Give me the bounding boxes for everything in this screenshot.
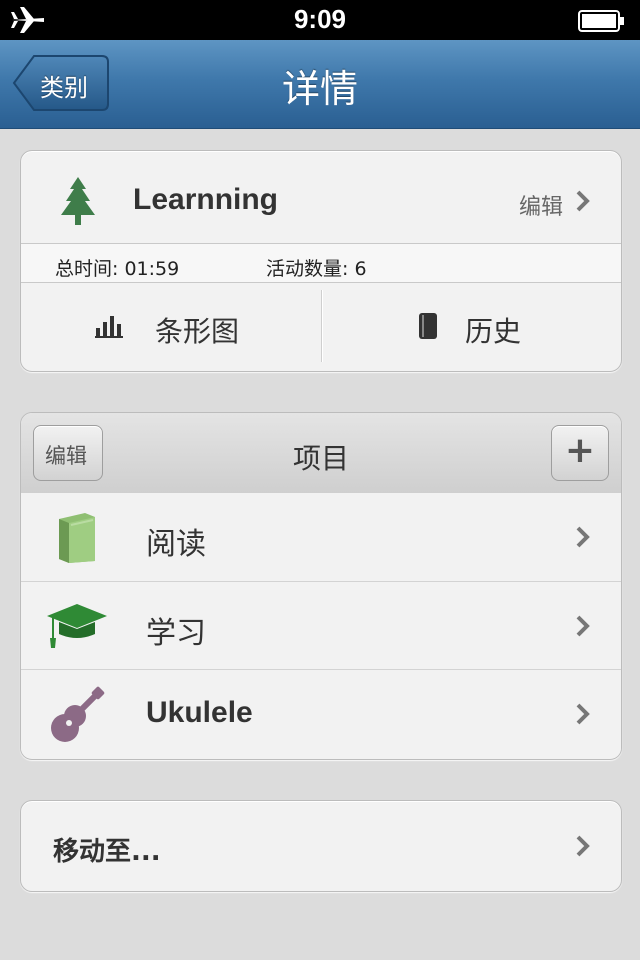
status-time: 9:09 xyxy=(293,4,347,34)
tab-history[interactable]: 历史 xyxy=(321,282,621,371)
total-time: 总时间: 01:59 xyxy=(55,258,180,280)
category-card: Learnning 编辑 总时间: 01:59 活动数量: 6 条形图 历史 xyxy=(20,150,622,372)
move-to-row[interactable]: 移动至... xyxy=(20,800,622,892)
activity-count: 活动数量: 6 xyxy=(266,258,367,280)
projects-card: 编辑 项目 + 阅读 学习 Ukulele xyxy=(20,412,622,760)
category-header[interactable]: Learnning 编辑 xyxy=(21,151,621,243)
tab-history-label: 历史 xyxy=(465,315,522,348)
chevron-right-icon xyxy=(576,835,590,857)
project-label: 阅读 xyxy=(146,527,206,562)
plus-icon: + xyxy=(564,430,596,471)
graduation-cap-icon xyxy=(47,604,107,648)
project-row-study[interactable]: 学习 xyxy=(21,581,621,670)
project-row-reading[interactable]: 阅读 xyxy=(21,493,621,581)
ukulele-icon xyxy=(51,686,105,742)
battery-icon xyxy=(578,10,626,36)
notebook-icon xyxy=(419,313,437,339)
edit-category-label: 编辑 xyxy=(518,195,563,220)
category-stats: 总时间: 01:59 活动数量: 6 xyxy=(21,243,621,283)
project-row-ukulele[interactable]: Ukulele xyxy=(21,669,621,758)
move-to-label: 移动至... xyxy=(53,837,161,867)
chevron-right-icon xyxy=(576,703,590,725)
navigation-bar: 类别 详情 xyxy=(0,40,640,129)
category-tabs: 条形图 历史 xyxy=(21,282,621,371)
project-label: 学习 xyxy=(146,616,206,651)
chevron-right-icon xyxy=(576,190,590,212)
projects-title: 项目 xyxy=(292,442,349,475)
tab-bar-chart[interactable]: 条形图 xyxy=(21,282,321,371)
status-bar: 9:09 xyxy=(0,0,640,40)
chevron-right-icon xyxy=(576,526,590,548)
bar-chart-icon xyxy=(95,316,123,338)
category-name: Learnning xyxy=(133,183,279,216)
book-icon xyxy=(59,513,95,563)
page-title: 详情 xyxy=(281,67,358,111)
tab-bar-chart-label: 条形图 xyxy=(155,315,240,348)
project-label: Ukulele xyxy=(146,696,253,729)
projects-header: 编辑 项目 + xyxy=(21,413,621,494)
chevron-right-icon xyxy=(576,615,590,637)
add-project-button[interactable]: + xyxy=(551,425,609,481)
tree-icon xyxy=(59,177,97,231)
